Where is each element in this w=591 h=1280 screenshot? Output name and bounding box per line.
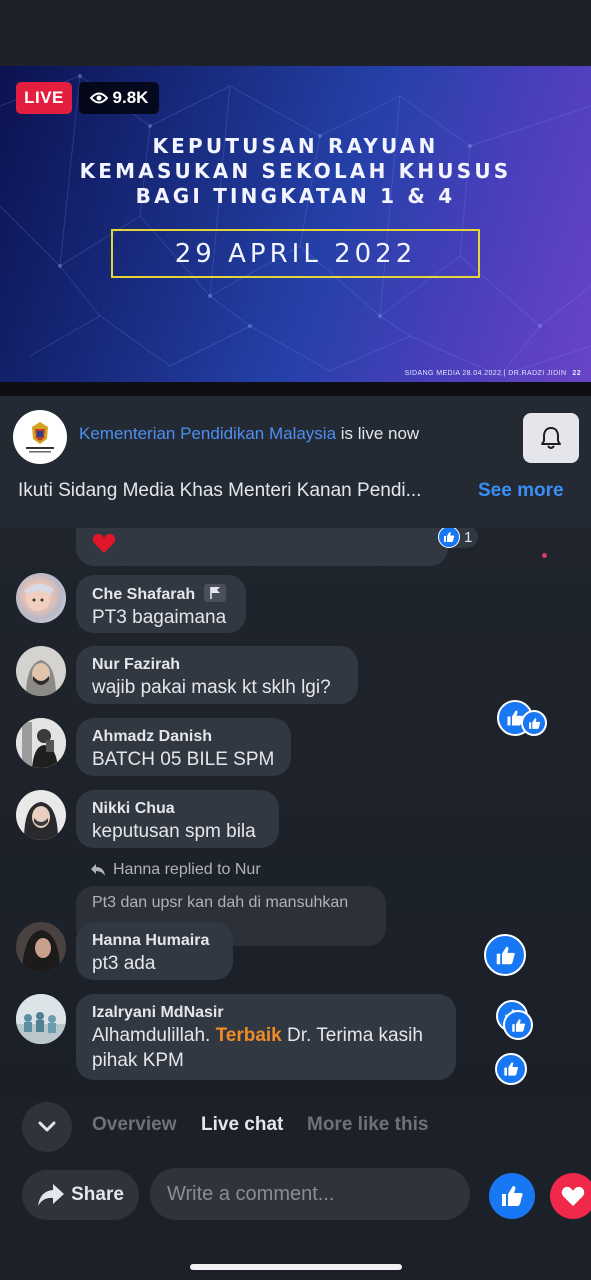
dark-portrait-photo [16, 922, 66, 972]
hijab-photo [26, 660, 56, 696]
floating-like-icon [521, 710, 547, 736]
bottom-action-bar: Share [0, 1154, 591, 1280]
eye-icon [89, 92, 108, 104]
live-chat-feed[interactable]: 1 Che Shafarah PT3 bagaimana Nur Fazirah… [0, 528, 591, 1098]
live-description: Ikuti Sidang Media Khas Menteri Kanan Pe… [18, 480, 422, 501]
avatar[interactable] [16, 790, 66, 840]
collapse-button[interactable] [22, 1102, 72, 1152]
live-status-line: Kementerian Pendidikan Malaysia is live … [79, 424, 419, 444]
page-avatar[interactable] [13, 410, 67, 464]
tab-overview[interactable]: Overview [92, 1114, 177, 1136]
see-more-link[interactable]: See more [478, 480, 564, 502]
home-indicator[interactable] [190, 1264, 402, 1270]
share-label: Share [71, 1184, 124, 1205]
reaction-count-badge[interactable]: 1 [438, 528, 479, 548]
reply-indicator-text: Hanna replied to Nur [113, 861, 261, 878]
video-tabs: Overview Live chat More like this [0, 1098, 591, 1154]
comment-text: PT3 bagaimana [92, 607, 227, 628]
reply-arrow-icon [91, 864, 105, 876]
avatar[interactable] [16, 922, 66, 972]
tab-more-like-this[interactable]: More like this [307, 1114, 428, 1136]
floating-like-icon [484, 934, 526, 976]
reaction-count-value: 1 [464, 528, 473, 546]
viewer-count-value: 9.8K [112, 88, 149, 107]
commenter-name[interactable]: Ahmadz Danish [92, 727, 275, 747]
mirror-selfie-photo [16, 718, 66, 768]
slide-footer: SIDANG MEDIA 28.04.2022 | DR.RADZI JIDIN… [405, 370, 581, 377]
chat-message: Ahmadz Danish BATCH 05 BILE SPM [76, 718, 291, 776]
avatar[interactable] [16, 718, 66, 768]
video-bottom-edge [0, 382, 591, 396]
slide-title-line-1: KEPUTUSAN RAYUAN [152, 134, 439, 158]
video-slide-title: KEPUTUSAN RAYUAN KEMASUKAN SEKOLAH KHUSU… [0, 134, 591, 209]
comment-text: pt3 ada [92, 953, 156, 974]
viewer-count: 9.8K [79, 82, 159, 114]
heart-emoji-icon [92, 533, 116, 553]
heart-icon [561, 1186, 585, 1206]
chevron-down-icon [38, 1121, 56, 1132]
live-badge: LIVE [16, 82, 72, 114]
commenter-name[interactable]: Nikki Chua [92, 799, 263, 819]
comment-input[interactable] [150, 1168, 470, 1220]
slide-footer-text: SIDANG MEDIA 28.04.2022 | DR.RADZI JIDIN [404, 370, 567, 377]
live-page-card: Kementerian Pendidikan Malaysia is live … [0, 396, 591, 528]
highlighted-word: Terbaik [215, 1025, 282, 1046]
commenter-name[interactable]: Nur Fazirah [92, 655, 342, 675]
chat-message: Nur Fazirah wajib pakai mask kt sklh lgi… [76, 646, 358, 704]
slide-number: 22 [572, 370, 581, 377]
chat-message: Nikki Chua keputusan spm bila [76, 790, 279, 848]
chat-message: Izalryani MdNasir Alhamdulillah. Terbaik… [76, 994, 456, 1080]
floating-like-icon [495, 1053, 527, 1085]
comment-text-line-2: pihak KPM [92, 1050, 184, 1071]
slide-title-line-3: BAGI TINGKATAN 1 & 4 [135, 184, 456, 208]
like-reaction-icon [438, 528, 460, 548]
comment-text: wajib pakai mask kt sklh lgi? [92, 677, 331, 698]
chat-message: Che Shafarah PT3 bagaimana [76, 575, 246, 633]
commenter-name[interactable]: Hanna Humaira [92, 931, 217, 951]
flag-badge-icon [203, 584, 226, 602]
bell-icon [541, 427, 561, 449]
thumbs-up-icon [502, 1186, 523, 1206]
portrait-photo [24, 802, 58, 840]
comment-text: Alhamdulillah. Terbaik Dr. Terima kasih [92, 1025, 423, 1046]
commenter-name[interactable]: Izalryani MdNasir [92, 1003, 440, 1023]
avatar[interactable] [16, 573, 66, 623]
avatar[interactable] [16, 994, 66, 1044]
live-video-player[interactable]: LIVE 9.8K KEPUTUSAN RAYUAN KEMASUKAN SEK… [0, 66, 591, 382]
floating-like-icon [503, 1010, 533, 1040]
commenter-name[interactable]: Che Shafarah [92, 584, 230, 605]
decorative-dot [542, 553, 547, 558]
ministry-crest-icon [26, 422, 54, 453]
comment-text: keputusan spm bila [92, 821, 256, 842]
avatar[interactable] [16, 646, 66, 696]
chat-bubble-partial [76, 528, 448, 566]
slide-date: 29 APRIL 2022 [111, 229, 480, 278]
tab-live-chat[interactable]: Live chat [201, 1114, 283, 1136]
reply-indicator: Hanna replied to Nur [90, 861, 261, 879]
like-reaction-button[interactable] [489, 1173, 535, 1219]
page-name-link[interactable]: Kementerian Pendidikan Malaysia [79, 424, 336, 443]
status-bar-area [0, 0, 591, 66]
chat-message: Hanna Humaira pt3 ada [76, 922, 233, 980]
share-arrow-icon [38, 1184, 65, 1206]
group-photo [16, 994, 66, 1044]
slide-title-line-2: KEMASUKAN SEKOLAH KHUSUS [79, 159, 512, 183]
baby-photo [24, 583, 54, 611]
live-status-text: is live now [336, 424, 420, 443]
comment-text: BATCH 05 BILE SPM [92, 749, 275, 770]
love-reaction-button[interactable] [550, 1173, 591, 1219]
share-button[interactable]: Share [22, 1170, 139, 1220]
notification-bell-button[interactable] [523, 413, 579, 463]
